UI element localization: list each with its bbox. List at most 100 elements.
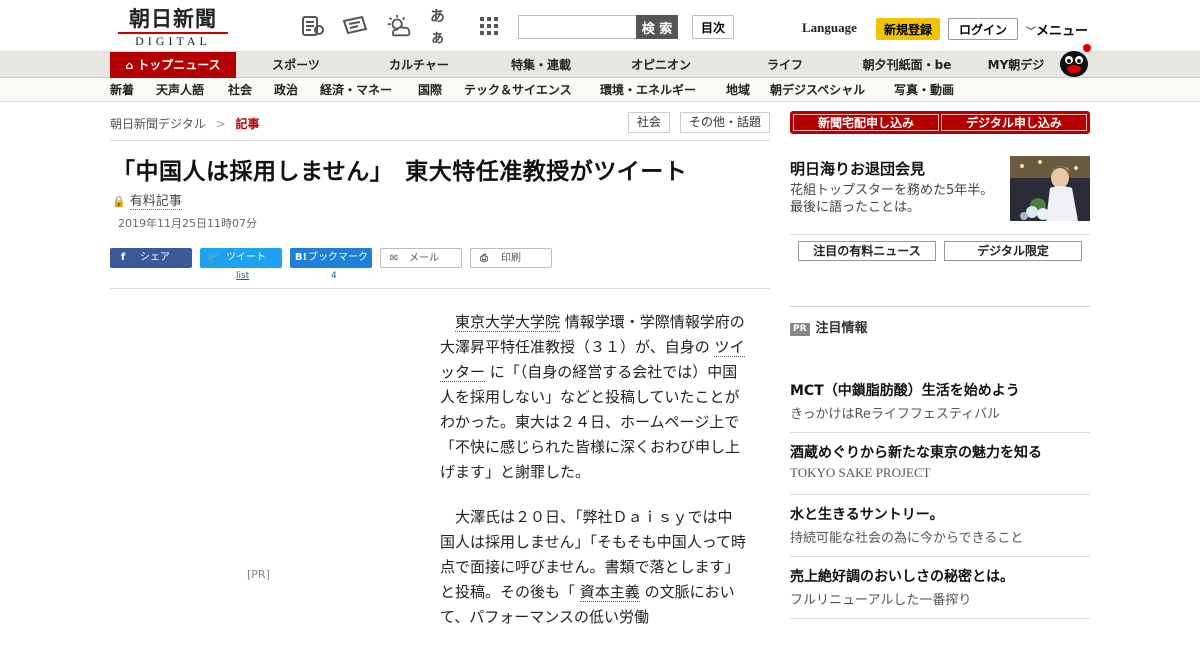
sponsored-subtitle: きっかけはReライフフェスティバル [790, 407, 1001, 422]
tag-other-topics[interactable]: その他・話題 [680, 112, 771, 133]
subscription-buttons: 新聞宅配申し込み デジタル申し込み [790, 111, 1090, 134]
toc-button[interactable]: 目次 [692, 15, 734, 39]
sponsored-subtitle: TOKYO SAKE PROJECT [790, 465, 931, 480]
nav-item-features[interactable]: 特集・連載 [486, 52, 596, 78]
subnav-item-region[interactable]: 地域 [726, 78, 750, 102]
keyword-link[interactable]: 東京大学大学院 [455, 313, 561, 332]
mascot-character-icon[interactable] [1056, 42, 1092, 78]
subnav-item-tech-science[interactable]: テック＆サイエンス [464, 78, 572, 102]
breadcrumb-current: 記事 [235, 117, 260, 131]
logo-sub-text: DIGITAL [118, 32, 228, 48]
sponsored-title: 酒蔵めぐりから新たな東京の魅力を知る [790, 445, 1042, 461]
mail-icon: ✉ [389, 253, 399, 264]
subnav-item-tensei-jingo[interactable]: 天声人語 [156, 78, 204, 102]
pr-heading-text: 注目情報 [815, 321, 868, 336]
subnav-item-special[interactable]: 朝デジスペシャル [770, 78, 865, 102]
share-label: ツイート [226, 252, 266, 263]
home-icon: ⌂ [125, 59, 134, 72]
ad-pr-label: [PR] [247, 568, 270, 581]
tag-society[interactable]: 社会 [628, 112, 671, 133]
sponsored-title: 水と生きるサントリー。 [790, 507, 944, 523]
logo-main-text: 朝日新聞 [129, 6, 217, 31]
search-input[interactable] [518, 15, 636, 39]
share-label: メール [409, 253, 439, 264]
keyword-link[interactable]: 資本主義 [579, 583, 640, 602]
grid-menu-icon[interactable] [476, 14, 502, 38]
nav-item-culture[interactable]: カルチャー [362, 52, 476, 78]
print-button[interactable]: ⎙ 印刷 [470, 248, 552, 268]
top-header: 朝日新聞 DIGITAL あぁ 検 索 目次 Language 新規登録 ログイ… [0, 0, 1200, 52]
subnav-item-politics[interactable]: 政治 [274, 78, 298, 102]
nav-item-sports[interactable]: スポーツ [240, 52, 352, 78]
share-label: 印刷 [501, 253, 521, 264]
facebook-share-button[interactable]: f シェア [110, 248, 192, 268]
mail-share-button[interactable]: ✉ メール [380, 248, 462, 268]
breadcrumb-home[interactable]: 朝日新聞デジタル [110, 117, 206, 131]
chevron-down-icon: ﹀ [1026, 27, 1036, 38]
nav-item-opinion[interactable]: オピニオン [606, 52, 716, 78]
font-size-icon[interactable]: あぁ [430, 7, 456, 46]
article-paragraph: 東京大学大学院 情報学環・学際情報学府の大澤昇平特任准教授（３１）が、自身の ツ… [440, 310, 746, 485]
pr-section-heading: PR 注目情報 [790, 317, 868, 336]
sponsored-title: 売上絶好調のおいしさの秘密とは。 [790, 569, 1014, 585]
breadcrumb-separator: > [215, 117, 226, 131]
language-link[interactable]: Language [802, 20, 857, 36]
sponsored-item[interactable]: 酒蔵めぐりから新たな東京の魅力を知る TOKYO SAKE PROJECT [790, 442, 1090, 495]
article-headline: 「中国人は採用しません」 東大特任准教授がツイート [112, 159, 688, 185]
divider [790, 234, 1090, 235]
divider [790, 306, 1090, 307]
tab-digital-only[interactable]: デジタル限定 [944, 241, 1082, 261]
article-body: 東京大学大学院 情報学環・学際情報学府の大澤昇平特任准教授（３１）が、自身の ツ… [440, 310, 746, 650]
sponsored-item[interactable]: MCT（中鎖脂肪酸）生活を始めよう きっかけはReライフフェスティバル [790, 380, 1090, 433]
paragraph-text: に「（自身の経営する会社では）中国人を採用しない」などと投稿していたことがわかっ… [440, 363, 741, 481]
publish-date: 2019年11月25日11時07分 [118, 217, 257, 230]
lock-icon: 🔒 [112, 195, 126, 208]
article-paragraph: 大澤氏は２０日、「弊社Ｄａｉｓｙでは中国人は採用しません」「そもそも中国人って時… [440, 505, 746, 630]
share-label: ブックマーク [308, 252, 368, 263]
subnav-item-environment[interactable]: 環境・エネルギー [600, 78, 696, 102]
twitter-share-button[interactable]: 🐦 ツイート [200, 248, 282, 268]
menu-label: メニュー [1036, 24, 1089, 39]
asahi-digital-logo[interactable]: 朝日新聞 DIGITAL [118, 8, 228, 48]
pr-badge: PR [790, 323, 810, 336]
nav-item-my-asahi[interactable]: MY朝デジ [976, 52, 1056, 78]
sponsored-subtitle: 持続可能な社会の為に今からできること [790, 531, 1024, 546]
subnav-item-economy[interactable]: 経済・マネー [320, 78, 392, 102]
share-label: シェア [140, 252, 170, 263]
promo-photo[interactable] [1010, 156, 1090, 221]
newspaper-icon[interactable] [342, 14, 368, 38]
nav-label: トップニュース [137, 58, 221, 72]
main-nav: ⌂ トップニュース スポーツ カルチャー 特集・連載 オピニオン ライフ 朝夕刊紙… [0, 52, 1200, 78]
digital-subscribe-button[interactable]: デジタル申し込み [941, 114, 1087, 131]
paid-article-label[interactable]: 🔒 有料記事 [112, 190, 182, 210]
subnav-item-international[interactable]: 国際 [418, 78, 442, 102]
search-button[interactable]: 検 索 [636, 15, 678, 39]
facebook-icon: f [120, 252, 126, 263]
tab-featured-paid-news[interactable]: 注目の有料ニュース [798, 241, 936, 261]
paid-article-text: 有料記事 [129, 194, 182, 210]
subnav-item-photo-video[interactable]: 写真・動画 [894, 78, 954, 102]
sponsored-title: MCT（中鎖脂肪酸）生活を始めよう [790, 383, 1020, 399]
paper-list-icon[interactable] [300, 14, 326, 38]
sub-nav: 新着 天声人語 社会 政治 経済・マネー 国際 テック＆サイエンス 環境・エネル… [0, 78, 1200, 102]
signup-button[interactable]: 新規登録 [876, 18, 940, 40]
twitter-count[interactable]: list [236, 271, 249, 281]
hatena-bookmark-button[interactable]: B!ブックマーク [290, 248, 372, 268]
nav-item-print-edition[interactable]: 朝夕刊紙面・be [850, 52, 964, 78]
printer-icon: ⎙ [480, 253, 488, 264]
sponsored-subtitle: フルリニューアルした一番搾り [790, 593, 972, 608]
divider [110, 140, 770, 141]
breadcrumb: 朝日新聞デジタル > 記事 [110, 115, 260, 132]
sponsored-item[interactable]: 水と生きるサントリー。持続可能な社会の為に今からできること [790, 504, 1090, 557]
weather-icon[interactable] [386, 14, 412, 38]
nav-item-top-news[interactable]: ⌂ トップニュース [110, 52, 236, 78]
menu-button[interactable]: ﹀メニュー [1026, 20, 1088, 39]
subnav-item-latest[interactable]: 新着 [110, 78, 134, 102]
divider [110, 288, 770, 289]
newspaper-delivery-button[interactable]: 新聞宅配申し込み [793, 114, 939, 131]
subnav-item-society[interactable]: 社会 [228, 78, 252, 102]
nav-item-life[interactable]: ライフ [730, 52, 840, 78]
login-button[interactable]: ログイン [948, 18, 1018, 40]
sponsored-item[interactable]: 売上絶好調のおいしさの秘密とは。 フルリニューアルした一番搾り [790, 566, 1090, 619]
promo-title[interactable]: 明日海りお退団会見 [790, 158, 925, 179]
